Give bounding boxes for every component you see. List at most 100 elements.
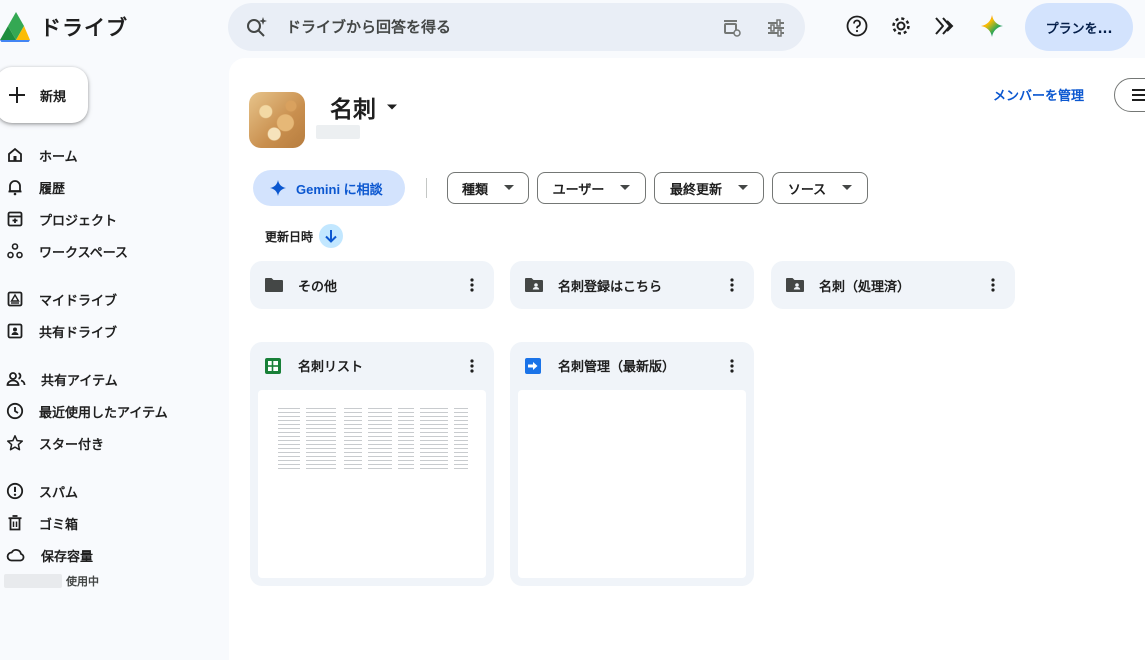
help-icon[interactable]: [845, 14, 869, 38]
filter-modified-label: 最終更新: [669, 182, 722, 198]
shared-folder-icon: [525, 278, 543, 292]
caret-down-icon: [842, 185, 853, 190]
sidebar-item-spam[interactable]: スパム: [0, 477, 220, 505]
search-bar[interactable]: [228, 3, 805, 51]
more-options-icon[interactable]: [462, 275, 482, 295]
file-thumbnail: [518, 390, 746, 578]
storage-usage: 使用中: [4, 573, 99, 589]
sheets-icon: [265, 357, 281, 374]
page-title-dropdown[interactable]: 名刺: [330, 90, 398, 124]
folder-icon: [265, 278, 283, 292]
more-options-icon[interactable]: [722, 275, 742, 295]
sidebar-item-my-drive[interactable]: マイドライブ: [0, 285, 220, 313]
sidebar-item-history[interactable]: 履歴: [0, 173, 220, 201]
people-icon: [6, 372, 26, 386]
spam-icon: [6, 482, 24, 500]
drive-logo[interactable]: ドライブ: [0, 10, 128, 44]
filter-source-label: ソース: [787, 182, 827, 198]
sidebar-item-label: 保存容量: [41, 549, 94, 565]
sidebar-item-label: ワークスペース: [39, 245, 129, 261]
sparkle-search-icon: [247, 17, 267, 37]
trash-icon: [8, 515, 22, 531]
sort-control[interactable]: 更新日時: [265, 224, 344, 248]
storage-amount-redacted: [4, 574, 62, 588]
page-title: 名刺: [330, 97, 376, 123]
sidebar-item-shared-with-me[interactable]: 共有アイテム: [0, 365, 220, 393]
ask-gemini-label: Gemini に相談: [296, 181, 383, 197]
chip-divider: [426, 178, 427, 198]
sidebar-item-starred[interactable]: スター付き: [0, 429, 220, 457]
file-name: 名刺リスト: [298, 360, 364, 375]
more-options-icon[interactable]: [722, 356, 742, 376]
sidebar-item-label: ホーム: [39, 149, 78, 165]
sidebar-item-label: スター付き: [39, 437, 105, 453]
more-options-icon[interactable]: [983, 275, 1003, 295]
sidebar-item-home[interactable]: ホーム: [0, 141, 220, 169]
new-button-label: 新規: [40, 89, 67, 105]
list-view-icon: [1132, 89, 1145, 101]
folder-name: 名刺（処理済）: [819, 279, 911, 295]
folder-name: 名刺登録はこちら: [558, 279, 663, 295]
drive-logo-icon: [0, 12, 30, 42]
file-name: 名刺管理（最新版）: [558, 360, 676, 375]
file-thumbnail: [258, 390, 486, 578]
workspace-icon: [7, 243, 23, 259]
file-header: 名刺管理（最新版）: [524, 356, 675, 375]
gemini-sparkle-icon[interactable]: [980, 14, 1004, 38]
sidebar-item-label: スパム: [39, 485, 79, 501]
sidebar-item-trash[interactable]: ゴミ箱: [0, 509, 220, 537]
plan-button[interactable]: プランを...: [1025, 3, 1133, 51]
caret-down-icon: [738, 185, 748, 190]
project-icon: [7, 211, 23, 227]
app-title: ドライブ: [40, 16, 128, 40]
folder-card[interactable]: 名刺（処理済）: [771, 261, 1015, 309]
folder-card[interactable]: 名刺登録はこちら: [510, 261, 754, 309]
filter-user-label: ユーザー: [552, 182, 605, 198]
folder-card[interactable]: その他: [250, 261, 494, 309]
apps-forward-icon[interactable]: [933, 14, 957, 38]
sidebar-item-recent[interactable]: 最近使用したアイテム: [0, 397, 220, 425]
view-toggle-button[interactable]: [1114, 78, 1145, 112]
new-button[interactable]: 新規: [0, 67, 88, 123]
manage-members-link[interactable]: メンバーを管理: [993, 85, 1084, 104]
filter-options-icon[interactable]: [766, 18, 786, 38]
sort-label: 更新日時: [265, 229, 314, 244]
caret-down-icon: [387, 104, 397, 110]
search-settings-icon[interactable]: [722, 18, 742, 38]
folder-name: その他: [298, 279, 338, 295]
sidebar-item-storage[interactable]: 保存容量: [0, 541, 220, 569]
file-card[interactable]: 名刺リスト: [250, 342, 494, 586]
filter-user-chip[interactable]: ユーザー: [537, 172, 646, 204]
filter-source-chip[interactable]: ソース: [772, 172, 868, 204]
plus-icon: [9, 87, 25, 103]
sidebar-item-projects[interactable]: プロジェクト: [0, 205, 220, 233]
sidebar-item-shared-drives[interactable]: 共有ドライブ: [0, 317, 220, 345]
sidebar-item-label: プロジェクト: [39, 213, 118, 229]
sidebar-item-label: ゴミ箱: [39, 517, 79, 533]
file-card[interactable]: 名刺管理（最新版）: [510, 342, 754, 586]
spreadsheet-preview: [278, 408, 468, 472]
sidebar-item-label: 共有ドライブ: [39, 325, 118, 341]
sidebar-item-label: マイドライブ: [39, 293, 118, 309]
sidebar-item-label: 共有アイテム: [41, 373, 118, 389]
ask-gemini-chip[interactable]: Gemini に相談: [253, 170, 405, 206]
clock-icon: [6, 402, 24, 420]
storage-usage-label: 使用中: [66, 575, 99, 588]
file-header: 名刺リスト: [264, 356, 363, 375]
home-icon: [8, 147, 22, 162]
star-icon: [6, 435, 24, 451]
filter-type-chip[interactable]: 種類: [447, 172, 529, 204]
sidebar-item-label: 最近使用したアイテム: [39, 405, 168, 421]
search-input[interactable]: [286, 3, 686, 51]
sort-direction-button[interactable]: [319, 224, 344, 248]
shortcut-icon: [525, 357, 541, 374]
gemini-sparkle-icon: [270, 180, 286, 196]
arrow-down-icon: [325, 230, 337, 243]
my-drive-icon: [7, 291, 23, 307]
caret-down-icon: [504, 185, 514, 190]
sidebar-item-workspaces[interactable]: ワークスペース: [0, 237, 220, 265]
settings-gear-icon[interactable]: [889, 14, 913, 38]
bell-icon: [8, 180, 22, 196]
more-options-icon[interactable]: [462, 356, 482, 376]
filter-modified-chip[interactable]: 最終更新: [654, 172, 764, 204]
